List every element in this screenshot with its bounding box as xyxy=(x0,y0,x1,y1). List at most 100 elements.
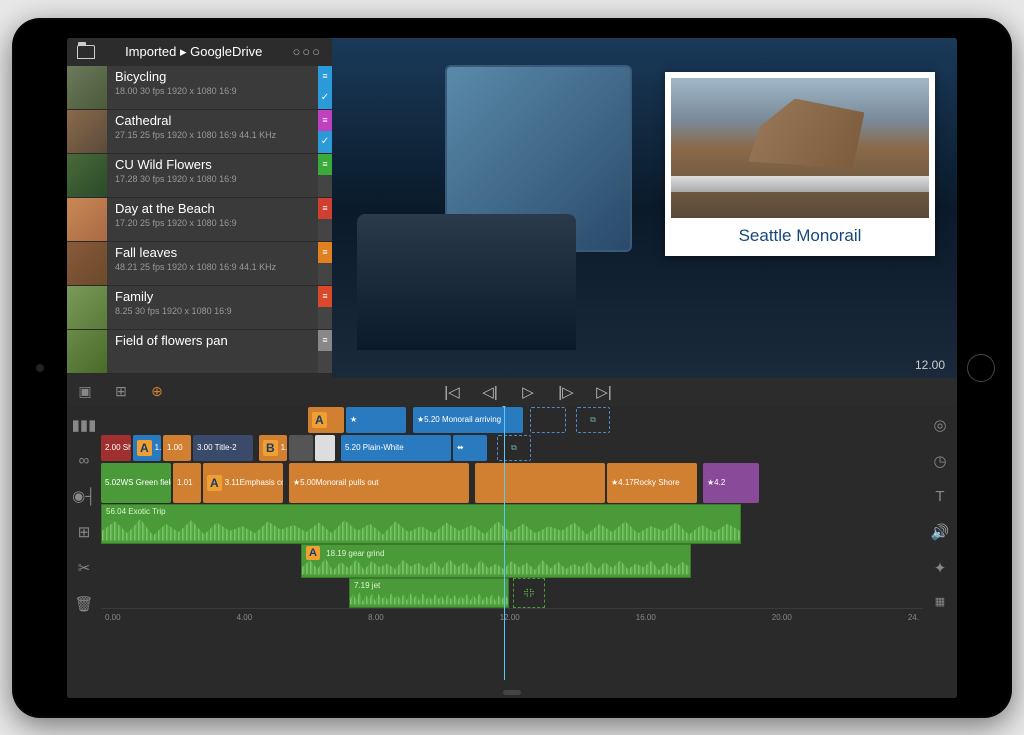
timeline-clip[interactable]: 1.00 xyxy=(163,435,191,461)
media-item[interactable]: CU Wild Flowers 17.28 30 fps 1920 x 1080… xyxy=(67,154,332,198)
media-thumbnail xyxy=(67,242,107,285)
left-tool-column: ▮▮▮ ∞ ◉┤ ⊞ ✂ 🗑 xyxy=(67,406,101,698)
star-icon: ★ xyxy=(611,478,618,487)
audio-clip[interactable]: 56.04 Exotic Trip xyxy=(101,504,741,544)
media-thumbnail xyxy=(67,110,107,153)
timeline-clip[interactable] xyxy=(475,463,605,503)
star-icon: ★ xyxy=(417,415,424,424)
timeline-clip[interactable] xyxy=(315,435,335,461)
timeline-clip[interactable]: A3.11 Emphasis corrido xyxy=(203,463,283,503)
timeline-clip[interactable]: 2.00 Shapes-N xyxy=(101,435,131,461)
timeline-clip[interactable]: 5.02 WS Green field xyxy=(101,463,171,503)
media-title: Family xyxy=(115,289,310,304)
timeline-clip[interactable]: B1.00 xyxy=(259,435,287,461)
preview-monitor[interactable]: Seattle Monorail 12.00 xyxy=(332,38,957,378)
clip-label: 5.20 Plain-White xyxy=(345,443,404,452)
media-item[interactable]: Fall leaves 48.21 25 fps 1920 x 1080 16:… xyxy=(67,242,332,286)
folder-icon[interactable] xyxy=(77,45,95,59)
timeline-clip[interactable]: ⬌ xyxy=(453,435,487,461)
media-check[interactable]: ✓ xyxy=(318,87,332,109)
media-check[interactable] xyxy=(318,175,332,197)
empty-slot[interactable]: ⧉ xyxy=(497,435,531,461)
timeline-clip[interactable]: 3.00 Title-2 xyxy=(193,435,253,461)
media-check[interactable]: ✓ xyxy=(318,131,332,153)
link-icon[interactable]: ∞ xyxy=(79,452,90,469)
goto-start-button[interactable]: |◁ xyxy=(442,383,462,401)
transition-badge: A xyxy=(137,440,152,456)
media-item[interactable]: Bicycling 18.00 30 fps 1920 x 1080 16:9 … xyxy=(67,66,332,110)
levels-icon[interactable]: ▮▮▮ xyxy=(72,416,97,434)
media-tag[interactable]: ≡ xyxy=(318,66,332,88)
timeline-clip[interactable]: 5.20 Plain-White xyxy=(341,435,451,461)
speed-icon[interactable]: ◷ xyxy=(933,452,946,470)
text-icon[interactable]: T xyxy=(935,488,944,505)
transition-badge: B xyxy=(263,440,278,456)
add-track-icon[interactable]: ⊞ xyxy=(78,523,91,541)
timeline-clip[interactable]: ★ 5.00 Monorail pulls out xyxy=(289,463,469,503)
timeline-clip[interactable] xyxy=(289,435,313,461)
monitor-overlay-icon[interactable]: ⊞ xyxy=(111,383,131,400)
audio-clip[interactable]: 7.19 jet xyxy=(349,578,509,608)
video-track[interactable]: 5.02 WS Green field1.01A3.11 Emphasis co… xyxy=(101,462,923,504)
media-tag[interactable]: ≡ xyxy=(318,330,332,352)
timeline-clip[interactable]: A xyxy=(308,407,344,433)
media-tag[interactable]: ≡ xyxy=(318,286,332,308)
media-item[interactable]: Cathedral 27.15 25 fps 1920 x 1080 16:9 … xyxy=(67,110,332,154)
breadcrumb[interactable]: Imported ▸ GoogleDrive xyxy=(103,44,284,60)
play-button[interactable]: ▷ xyxy=(518,383,538,401)
media-sidebar: Imported ▸ GoogleDrive ○○○ Bicycling 18.… xyxy=(67,38,332,378)
media-item[interactable]: Field of flowers pan ≡ xyxy=(67,330,332,374)
volume-icon[interactable]: 🔊 xyxy=(931,523,950,541)
media-tag[interactable]: ≡ xyxy=(318,242,332,264)
timeline[interactable]: A★ ★ 5.20 Monorail arriving⧉ 2.00 Shapes… xyxy=(101,406,923,698)
step-back-button[interactable]: ◁| xyxy=(480,383,500,401)
media-check[interactable] xyxy=(318,307,332,329)
media-tag[interactable]: ≡ xyxy=(318,154,332,176)
audio-track-2[interactable]: A 18.19 gear grind xyxy=(101,544,923,578)
more-icon[interactable]: ○○○ xyxy=(292,44,322,59)
media-check[interactable] xyxy=(318,351,332,373)
media-meta: 48.21 25 fps 1920 x 1080 16:9 44.1 KHz xyxy=(115,262,310,272)
media-check[interactable] xyxy=(318,263,332,285)
audio-clip-label: 7.19 jet xyxy=(354,581,380,590)
media-tag[interactable]: ≡ xyxy=(318,198,332,220)
audio-track-1[interactable]: 56.04 Exotic Trip xyxy=(101,504,923,544)
cut-icon[interactable]: ✂ xyxy=(78,559,91,577)
media-item[interactable]: Day at the Beach 17.20 25 fps 1920 x 108… xyxy=(67,198,332,242)
audio-ducking-icon[interactable]: ⢾⡷ xyxy=(513,578,545,608)
ruler-tick: 20.00 xyxy=(772,613,792,622)
timeline-clip[interactable]: A1.00 xyxy=(133,435,161,461)
clip-label: Monorail pulls out xyxy=(316,478,379,487)
time-ruler[interactable]: 0.004.008.0012.0016.0020.0024. xyxy=(101,608,923,626)
monitor-settings-icon[interactable]: ▣ xyxy=(75,383,95,400)
timeline-clip[interactable]: 1.01 xyxy=(173,463,201,503)
media-thumbnail xyxy=(67,154,107,197)
timeline-clip[interactable]: ★ 4.17 Rocky Shore xyxy=(607,463,697,503)
home-button[interactable] xyxy=(967,354,995,382)
empty-slot[interactable] xyxy=(530,407,566,433)
disk-icon[interactable]: ◎ xyxy=(933,416,946,434)
overlay-track-1[interactable]: A★ ★ 5.20 Monorail arriving⧉ xyxy=(101,406,923,434)
audio-track-3[interactable]: 7.19 jet ⢾⡷ xyxy=(101,578,923,608)
picture-in-picture[interactable]: Seattle Monorail xyxy=(665,72,935,256)
empty-slot[interactable]: ⧉ xyxy=(576,407,610,433)
step-forward-button[interactable]: |▷ xyxy=(556,383,576,401)
timeline-clip[interactable]: ★ 5.20 Monorail arriving xyxy=(413,407,523,433)
clip-duration: 4.2 xyxy=(714,478,725,487)
clip-label: 1.00 xyxy=(155,443,161,452)
qr-icon[interactable]: ▦ xyxy=(935,595,945,608)
audio-clip[interactable]: A 18.19 gear grind xyxy=(301,544,691,578)
ruler-tick: 4.00 xyxy=(237,613,253,622)
timeline-clip[interactable]: ★ 4.2 xyxy=(703,463,759,503)
effects-icon[interactable]: ✦ xyxy=(934,559,947,577)
media-item[interactable]: Family 8.25 30 fps 1920 x 1080 16:9 ≡ xyxy=(67,286,332,330)
overlay-track-2[interactable]: 2.00 Shapes-NA1.001.003.00 Title-2B1.005… xyxy=(101,434,923,462)
goto-end-button[interactable]: ▷| xyxy=(594,383,614,401)
trash-icon[interactable]: 🗑 xyxy=(74,595,93,613)
timeline-clip[interactable]: ★ xyxy=(346,407,406,433)
ruler-tick: 24. xyxy=(908,613,919,622)
keyframe-icon[interactable]: ◉┤ xyxy=(72,487,96,505)
media-check[interactable] xyxy=(318,219,332,241)
add-marker-icon[interactable]: ⊕ xyxy=(147,383,167,400)
media-tag[interactable]: ≡ xyxy=(318,110,332,132)
